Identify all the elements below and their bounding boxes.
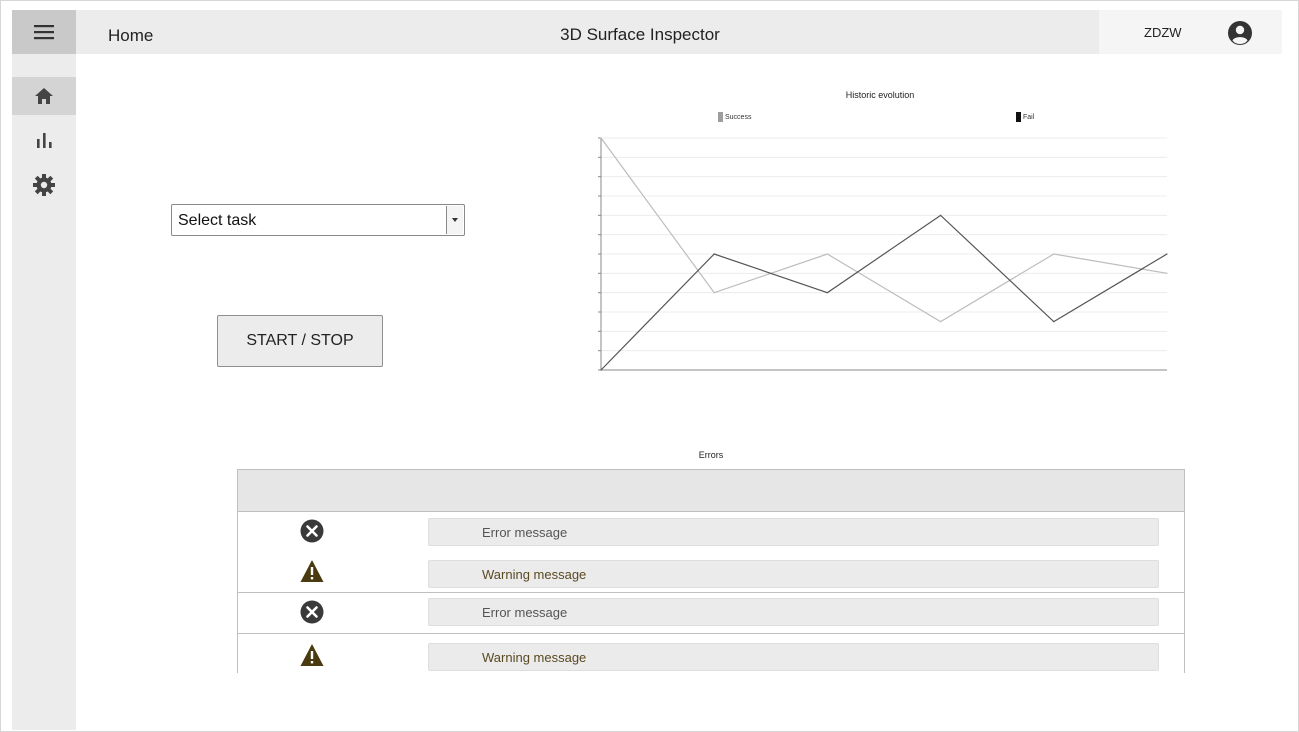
sidebar-item-home[interactable] <box>12 77 76 115</box>
gear-icon <box>33 174 55 196</box>
warning-message[interactable]: Warning message <box>428 643 1159 671</box>
data-point-fail <box>826 292 828 294</box>
data-point-fail <box>600 369 602 371</box>
task-select-value: Select task <box>178 212 257 229</box>
table-row: Error message <box>238 592 1184 633</box>
error-circle-icon <box>300 519 324 543</box>
data-point-success <box>1166 272 1168 274</box>
sidebar-item-statistics[interactable] <box>12 121 76 159</box>
data-point-fail <box>713 253 715 255</box>
task-select[interactable]: Select task <box>171 204 465 236</box>
errors-table-header <box>238 470 1184 512</box>
warning-message[interactable]: Warning message <box>428 560 1159 588</box>
data-point-success <box>1053 253 1055 255</box>
chart-plot <box>598 137 1168 371</box>
error-message[interactable]: Error message <box>428 518 1159 546</box>
data-point-fail <box>1053 321 1055 323</box>
data-point-success <box>940 321 942 323</box>
errors-table: Error message Warning message Error mess… <box>237 469 1185 673</box>
data-point-success <box>826 253 828 255</box>
data-point-success <box>600 137 602 139</box>
bar-chart-icon <box>37 133 52 148</box>
sidebar-item-settings[interactable] <box>12 166 76 204</box>
data-point-fail <box>940 214 942 216</box>
warning-triangle-icon <box>300 560 324 582</box>
home-icon <box>35 88 53 104</box>
chevron-down-icon[interactable] <box>446 206 463 234</box>
app-title: 3D Surface Inspector <box>560 25 720 44</box>
hamburger-icon <box>34 25 54 40</box>
warning-triangle-icon <box>300 644 324 666</box>
user-area: ZDZW <box>1099 10 1282 54</box>
table-row: Warning message <box>238 633 1184 673</box>
series-line-success <box>600 137 1168 323</box>
error-circle-icon <box>300 600 324 624</box>
table-row: Error message Warning message <box>238 512 1184 592</box>
start-stop-button[interactable]: START / STOP <box>217 315 383 367</box>
data-point-fail <box>1166 253 1168 255</box>
errors-title: Errors <box>698 450 724 460</box>
historic-evolution-chart: Historic evolution Success Fail <box>560 80 1200 390</box>
account-circle-icon[interactable] <box>1227 20 1253 46</box>
sidebar <box>12 10 76 730</box>
data-point-success <box>713 292 715 294</box>
menu-button[interactable] <box>12 10 76 54</box>
user-name: ZDZW <box>1144 25 1182 40</box>
top-bar: Home 3D Surface Inspector ZDZW <box>76 10 1282 54</box>
error-message[interactable]: Error message <box>428 598 1159 626</box>
